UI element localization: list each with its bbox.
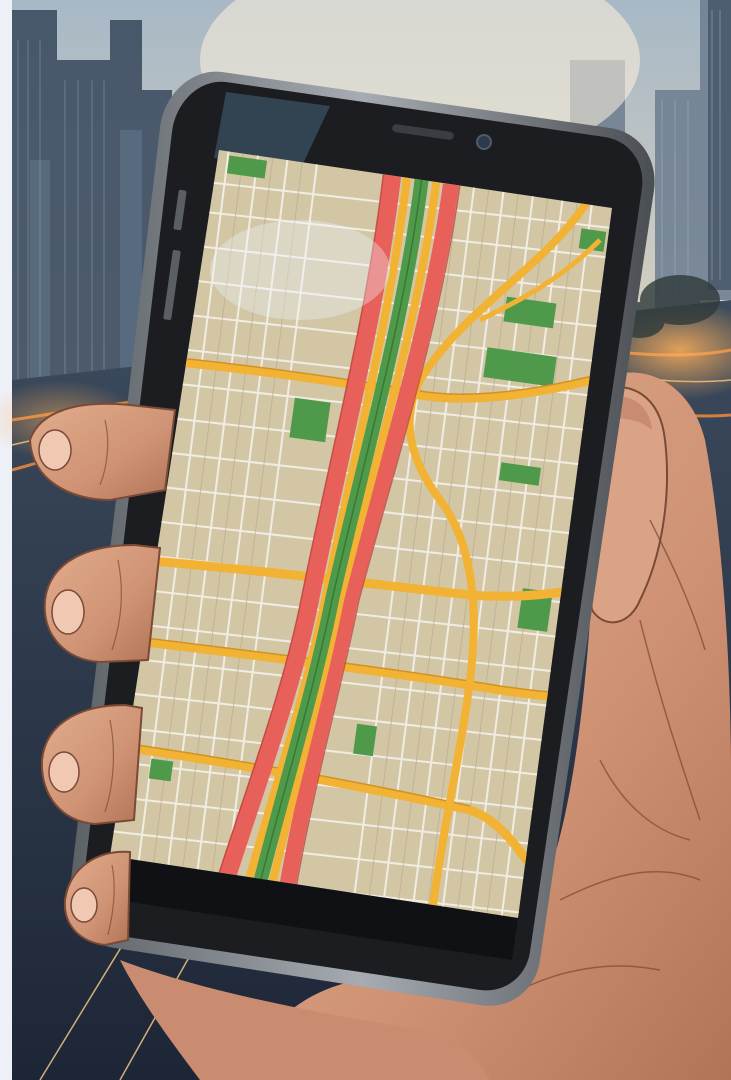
- front-camera-icon: [476, 134, 492, 150]
- illustration-svg: [0, 0, 731, 1080]
- illustration-scene: [0, 0, 731, 1080]
